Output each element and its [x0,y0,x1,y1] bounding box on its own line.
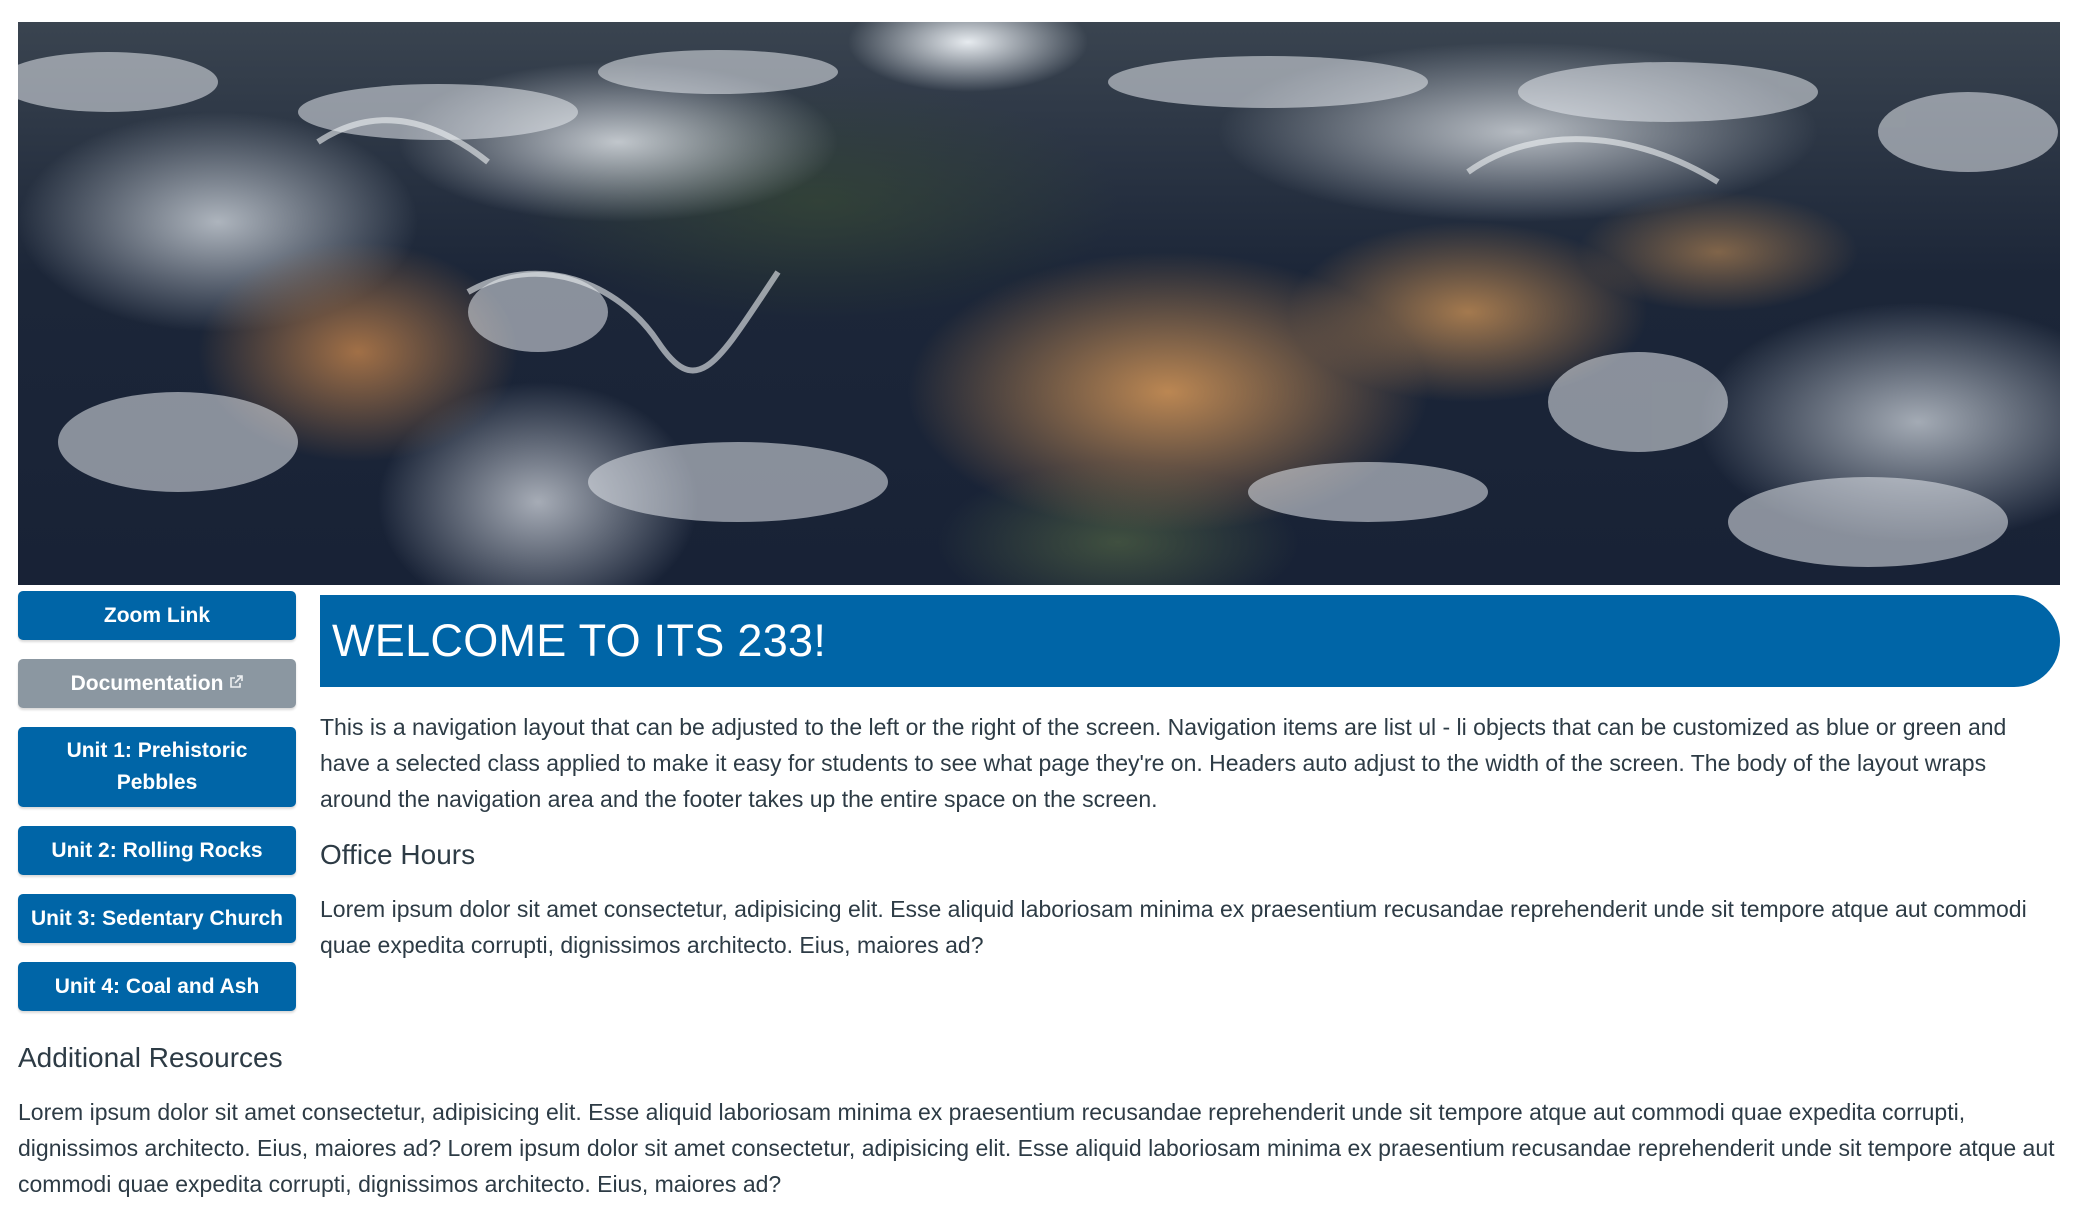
nav-item-unit-3[interactable]: Unit 3: Sedentary Church [18,894,296,943]
additional-resources-heading: Additional Resources [18,1042,283,1073]
nav-item-zoom-link[interactable]: Zoom Link [18,591,296,640]
page: Zoom Link Documentation Unit 1: Prehisto… [18,22,2060,1011]
nav-item-label: Documentation [70,671,224,695]
nav-item-unit-2[interactable]: Unit 2: Rolling Rocks [18,826,296,875]
nav-item-label: Unit 3: Sedentary Church [30,906,284,930]
office-hours-heading: Office Hours [320,839,476,870]
navigation-list: Zoom Link Documentation Unit 1: Prehisto… [18,591,296,1030]
banner-clouds [18,50,2058,567]
office-hours-text: Lorem ipsum dolor sit amet consectetur, … [320,896,2027,958]
nav-item-label: Unit 2: Rolling Rocks [51,838,263,862]
additional-resources: Additional Resources Lorem ipsum dolor s… [18,1038,2060,1202]
additional-resources-text: Lorem ipsum dolor sit amet consectetur, … [18,1099,2055,1197]
nav-item-unit-1[interactable]: Unit 1: Prehistoric Pebbles [18,727,296,807]
external-link-icon [229,668,244,700]
nav-item-label: Unit 1: Prehistoric Pebbles [66,739,248,794]
nav-item-documentation[interactable]: Documentation [18,659,296,708]
nav-item-label: Zoom Link [103,603,211,627]
intro-paragraph: This is a navigation layout that can be … [320,714,2007,812]
page-title: WELCOME TO ITS 233! [320,595,2060,687]
nav-item-label: Unit 4: Coal and Ash [54,974,260,998]
main-content: WELCOME TO ITS 233! This is a navigation… [320,595,2060,963]
banner-image [18,22,2060,585]
nav-item-unit-4[interactable]: Unit 4: Coal and Ash [18,962,296,1011]
